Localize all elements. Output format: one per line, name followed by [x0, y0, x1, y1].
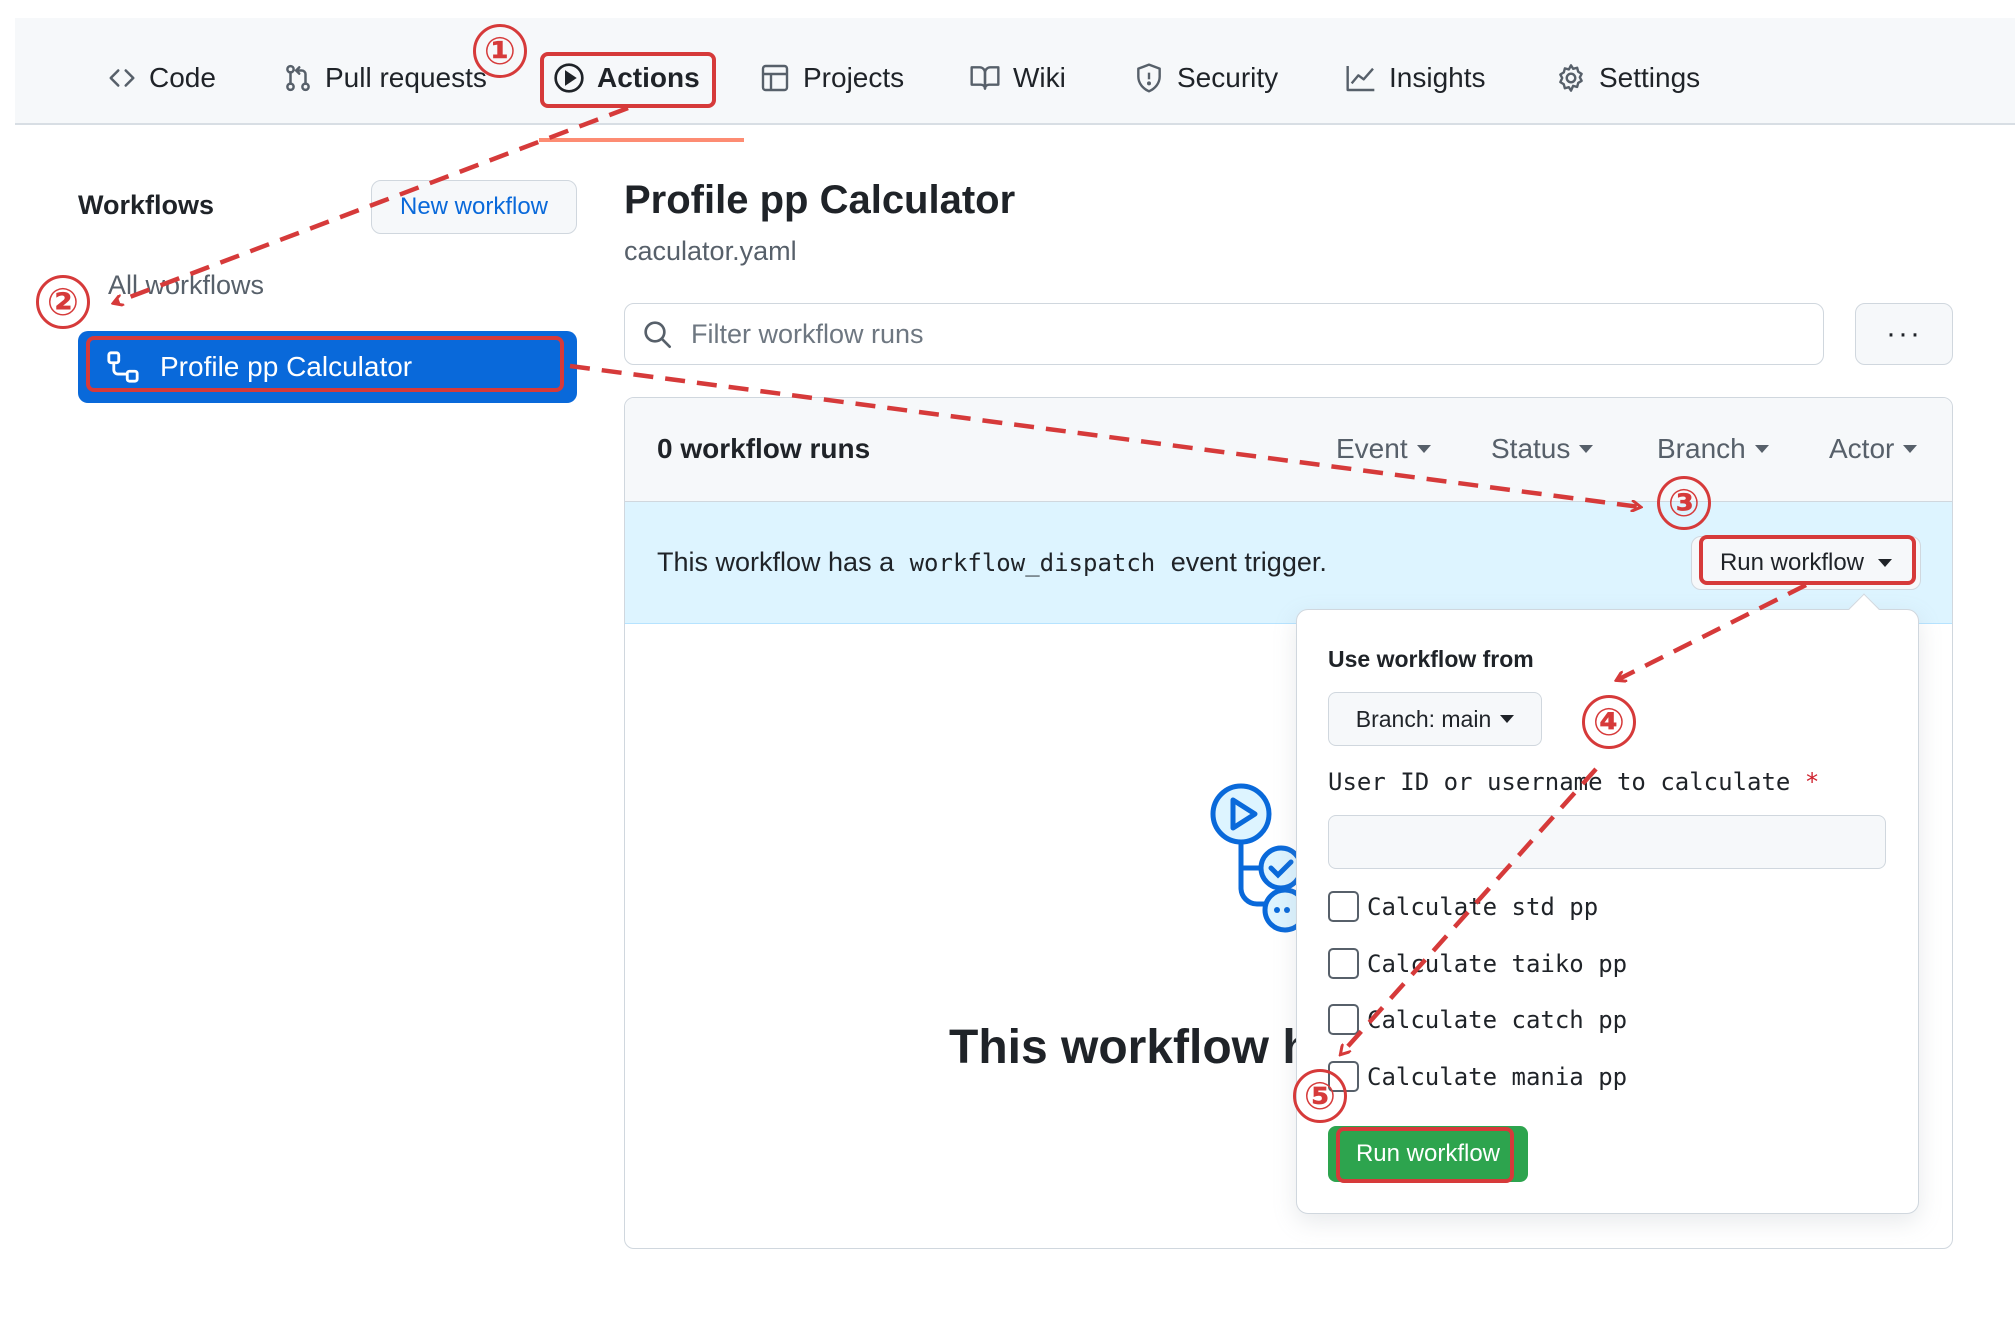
- tab-code-label: Code: [149, 62, 216, 93]
- sidebar-item-profile-pp-calculator[interactable]: Profile pp Calculator: [78, 331, 577, 403]
- gear-icon: [1559, 64, 1583, 92]
- checkbox-taiko-pp-label: Calculate taiko pp: [1367, 949, 1628, 978]
- graph-icon: [1346, 66, 1375, 92]
- checkbox[interactable]: [1328, 1004, 1359, 1035]
- tab-code[interactable]: Code: [107, 58, 216, 98]
- tab-security-label: Security: [1177, 62, 1279, 93]
- step-marker-2: ②: [36, 275, 90, 329]
- checkbox-mania-pp[interactable]: Calculate mania pp: [1328, 1061, 1627, 1092]
- checkbox-taiko-pp[interactable]: Calculate taiko pp: [1328, 948, 1627, 979]
- empty-state-title: This workflow h: [949, 1021, 1312, 1074]
- dispatch-prefix: This workflow has a: [657, 547, 895, 577]
- required-marker: *: [1804, 768, 1820, 796]
- branch-filter-label: Branch: [1657, 433, 1746, 464]
- caret-down-icon: [1579, 445, 1594, 453]
- checkbox-catch-pp-label: Calculate catch pp: [1367, 1005, 1628, 1034]
- pull-request-icon: [286, 64, 310, 92]
- tab-pull-requests[interactable]: Pull requests: [283, 58, 487, 98]
- user-id-input[interactable]: [1328, 815, 1886, 869]
- runs-count: 0 workflow runs: [657, 433, 871, 464]
- status-filter-dropdown[interactable]: Status: [1491, 433, 1594, 465]
- dispatch-banner: This workflow has a workflow_dispatch ev…: [625, 502, 1952, 624]
- tab-actions-label: Actions: [597, 62, 700, 93]
- workflows-heading: Workflows: [78, 190, 215, 220]
- runs-header: 0 workflow runs Event Status Branch Acto…: [625, 398, 1952, 502]
- tab-pull-requests-label: Pull requests: [325, 62, 487, 93]
- tab-insights-label: Insights: [1389, 62, 1486, 93]
- caret-down-icon: [1878, 559, 1893, 567]
- tab-wiki-label: Wiki: [1013, 62, 1066, 93]
- dispatch-message: This workflow has a workflow_dispatch ev…: [657, 547, 1327, 578]
- search-icon: [644, 321, 671, 348]
- branch-select-label: Branch: main: [1355, 705, 1492, 732]
- book-icon: [970, 66, 1000, 90]
- tab-wiki[interactable]: Wiki: [969, 58, 1066, 98]
- branch-select-button[interactable]: Branch: main: [1328, 692, 1542, 746]
- tab-projects-label: Projects: [803, 62, 905, 93]
- tab-actions[interactable]: Actions: [553, 58, 700, 98]
- tab-settings[interactable]: Settings: [1555, 58, 1700, 98]
- tab-settings-label: Settings: [1599, 62, 1701, 93]
- all-workflows-link[interactable]: All workflows: [108, 270, 264, 301]
- run-workflow-dropdown-label: Run workflow: [1719, 549, 1865, 576]
- caret-down-icon: [1754, 445, 1769, 453]
- step-marker-3: ③: [1657, 476, 1711, 530]
- play-icon: [554, 63, 584, 93]
- tab-security[interactable]: Security: [1133, 58, 1278, 98]
- checkbox-std-pp-label: Calculate std pp: [1367, 892, 1599, 921]
- user-id-label-text: User ID or username to calculate: [1328, 768, 1791, 796]
- actor-filter-dropdown[interactable]: Actor: [1829, 433, 1918, 465]
- step-marker-1: ①: [473, 24, 527, 78]
- branch-filter-dropdown[interactable]: Branch: [1657, 433, 1769, 465]
- checkbox[interactable]: [1328, 948, 1359, 979]
- caret-down-icon: [1500, 715, 1515, 723]
- run-workflow-submit-button[interactable]: Run workflow: [1328, 1126, 1528, 1182]
- tab-insights[interactable]: Insights: [1345, 58, 1486, 98]
- event-filter-dropdown[interactable]: Event: [1336, 433, 1431, 465]
- caret-down-icon: [1416, 445, 1431, 453]
- event-filter-label: Event: [1336, 433, 1408, 464]
- run-workflow-dropdown-button[interactable]: Run workflow: [1691, 536, 1921, 590]
- dispatch-code: workflow_dispatch: [909, 549, 1156, 577]
- filter-runs-field[interactable]: [624, 303, 1824, 365]
- more-options-button[interactable]: ···: [1855, 303, 1953, 365]
- checkbox[interactable]: [1328, 891, 1359, 922]
- popover-heading: Use workflow from: [1328, 646, 1534, 672]
- step-marker-4: ④: [1582, 695, 1636, 749]
- repo-nav: Code Pull requests Actions Projects Wiki…: [15, 18, 2015, 142]
- active-tab-underline: [539, 138, 744, 142]
- status-filter-label: Status: [1491, 433, 1571, 464]
- user-id-field-label: User ID or username to calculate *: [1328, 768, 1819, 796]
- dispatch-suffix: event trigger.: [1170, 547, 1327, 577]
- workflow-file-name: caculator.yaml: [624, 236, 797, 266]
- caret-down-icon: [1903, 445, 1918, 453]
- table-icon: [761, 64, 789, 92]
- sidebar-item-label: Profile pp Calculator: [160, 351, 413, 382]
- step-marker-5: ⑤: [1293, 1069, 1347, 1123]
- checkbox-catch-pp[interactable]: Calculate catch pp: [1328, 1004, 1627, 1035]
- page-title: Profile pp Calculator: [624, 178, 1016, 222]
- workflow-icon: [107, 351, 139, 383]
- new-workflow-button[interactable]: New workflow: [371, 180, 577, 234]
- checkbox-std-pp[interactable]: Calculate std pp: [1328, 891, 1598, 922]
- tab-projects[interactable]: Projects: [759, 58, 904, 98]
- code-icon: [109, 69, 135, 87]
- shield-icon: [1137, 63, 1161, 93]
- checkbox-mania-pp-label: Calculate mania pp: [1367, 1062, 1628, 1091]
- filter-runs-input[interactable]: [689, 317, 1789, 351]
- actor-filter-label: Actor: [1829, 433, 1895, 464]
